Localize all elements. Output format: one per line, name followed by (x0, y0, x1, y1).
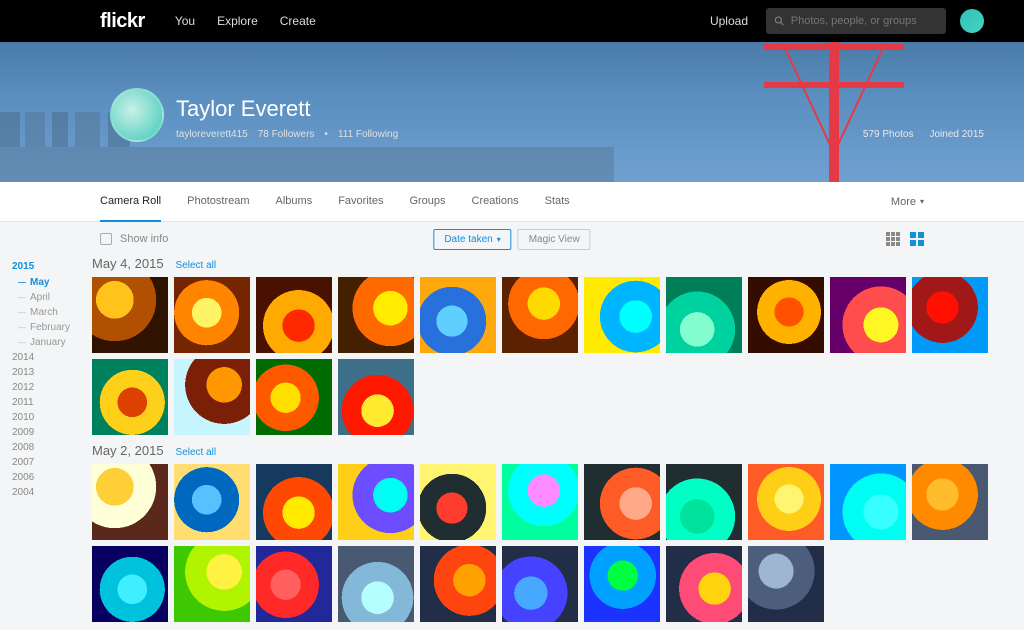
date-heading: May 2, 2015 (92, 443, 164, 458)
photo-thumbnail[interactable] (92, 277, 168, 353)
tab-stats[interactable]: Stats (545, 182, 570, 222)
photo-thumbnail[interactable] (256, 277, 332, 353)
upload-link[interactable]: Upload (710, 14, 748, 28)
profile-avatar[interactable] (110, 88, 164, 142)
tab-creations[interactable]: Creations (472, 182, 519, 222)
photo-thumbnail[interactable] (502, 277, 578, 353)
year-2015[interactable]: 2015 (12, 258, 92, 275)
photo-thumbnail[interactable] (174, 359, 250, 435)
tab-photostream[interactable]: Photostream (187, 182, 249, 222)
year-nav: 2015 MayAprilMarchFebruaryJanuary 201420… (12, 256, 92, 630)
photo-thumbnail[interactable] (912, 277, 988, 353)
show-info-checkbox[interactable] (100, 233, 112, 245)
year-2014[interactable]: 2014 (12, 350, 92, 365)
month-february[interactable]: February (12, 320, 92, 335)
date-heading: May 4, 2015 (92, 256, 164, 271)
year-2012[interactable]: 2012 (12, 380, 92, 395)
photo-thumbnail[interactable] (256, 546, 332, 622)
nav-you[interactable]: You (175, 14, 195, 28)
photo-thumbnail[interactable] (830, 464, 906, 540)
photo-thumbnail[interactable] (502, 464, 578, 540)
toolbar: Show info Date taken Magic View (0, 222, 1024, 256)
photo-thumbnail[interactable] (666, 464, 742, 540)
photo-thumbnail[interactable] (338, 546, 414, 622)
photo-thumbnail[interactable] (748, 546, 824, 622)
photo-thumbnail[interactable] (748, 277, 824, 353)
photo-thumbnail[interactable] (174, 277, 250, 353)
photo-thumbnail[interactable] (174, 546, 250, 622)
photo-thumbnail[interactable] (338, 359, 414, 435)
search-input[interactable] (791, 15, 938, 27)
tab-groups[interactable]: Groups (409, 182, 445, 222)
small-grid-icon[interactable] (886, 232, 900, 246)
profile-meta: tayloreverett415 78 Followers • 111 Foll… (176, 129, 398, 140)
photo-thumbnail[interactable] (912, 464, 988, 540)
top-nav: You Explore Create (175, 14, 316, 28)
nav-create[interactable]: Create (280, 14, 316, 28)
month-april[interactable]: April (12, 290, 92, 305)
year-2010[interactable]: 2010 (12, 410, 92, 425)
month-march[interactable]: March (12, 305, 92, 320)
top-bar: flickr You Explore Create Upload (0, 0, 1024, 42)
year-2013[interactable]: 2013 (12, 365, 92, 380)
user-avatar[interactable] (960, 9, 984, 33)
photo-thumbnail[interactable] (92, 359, 168, 435)
photo-thumbnail[interactable] (174, 464, 250, 540)
photo-thumbnail[interactable] (338, 464, 414, 540)
profile-stats: 579 Photos Joined 2015 (863, 129, 984, 140)
nav-explore[interactable]: Explore (217, 14, 258, 28)
photo-thumbnail[interactable] (502, 546, 578, 622)
large-grid-icon[interactable] (910, 232, 924, 246)
photo-thumbnail[interactable] (256, 359, 332, 435)
cover-photo: Taylor Everett tayloreverett415 78 Follo… (0, 42, 1024, 182)
profile-name: Taylor Everett (176, 96, 311, 122)
photo-thumbnail[interactable] (420, 546, 496, 622)
tab-favorites[interactable]: Favorites (338, 182, 383, 222)
photo-thumbnail[interactable] (584, 464, 660, 540)
photo-thumbnail[interactable] (92, 464, 168, 540)
month-january[interactable]: January (12, 335, 92, 350)
photo-thumbnail[interactable] (92, 546, 168, 622)
year-2006[interactable]: 2006 (12, 470, 92, 485)
select-all-link[interactable]: Select all (176, 260, 217, 271)
photo-thumbnail[interactable] (420, 277, 496, 353)
year-2004[interactable]: 2004 (12, 485, 92, 500)
photo-thumbnail[interactable] (420, 464, 496, 540)
photo-thumbnail[interactable] (584, 546, 660, 622)
followers-count[interactable]: 78 Followers (258, 129, 315, 140)
more-menu[interactable]: More (891, 196, 924, 208)
photo-thumbnail[interactable] (830, 277, 906, 353)
year-2008[interactable]: 2008 (12, 440, 92, 455)
tab-albums[interactable]: Albums (276, 182, 313, 222)
camera-roll: May 4, 2015 Select all May 2, 2015 Select a… (92, 256, 1024, 630)
photo-thumbnail[interactable] (256, 464, 332, 540)
logo[interactable]: flickr (100, 10, 145, 33)
magic-view-button[interactable]: Magic View (518, 229, 591, 250)
photo-thumbnail[interactable] (666, 546, 742, 622)
photo-thumbnail[interactable] (748, 464, 824, 540)
date-taken-dropdown[interactable]: Date taken (433, 229, 511, 250)
select-all-link[interactable]: Select all (176, 447, 217, 458)
show-info-toggle[interactable]: Show info (100, 233, 168, 245)
search-box[interactable] (766, 8, 946, 34)
month-may[interactable]: May (12, 275, 92, 290)
photo-thumbnail[interactable] (338, 277, 414, 353)
photo-count: 579 Photos (863, 129, 914, 140)
year-2007[interactable]: 2007 (12, 455, 92, 470)
search-icon (774, 15, 785, 27)
photo-thumbnail[interactable] (584, 277, 660, 353)
photo-thumbnail[interactable] (666, 277, 742, 353)
following-count[interactable]: 111 Following (338, 129, 398, 140)
year-2009[interactable]: 2009 (12, 425, 92, 440)
joined-year: Joined 2015 (930, 129, 985, 140)
tab-camera-roll[interactable]: Camera Roll (100, 182, 161, 222)
tab-bar: Camera Roll Photostream Albums Favorites… (0, 182, 1024, 222)
year-2011[interactable]: 2011 (12, 395, 92, 410)
username: tayloreverett415 (176, 129, 248, 140)
